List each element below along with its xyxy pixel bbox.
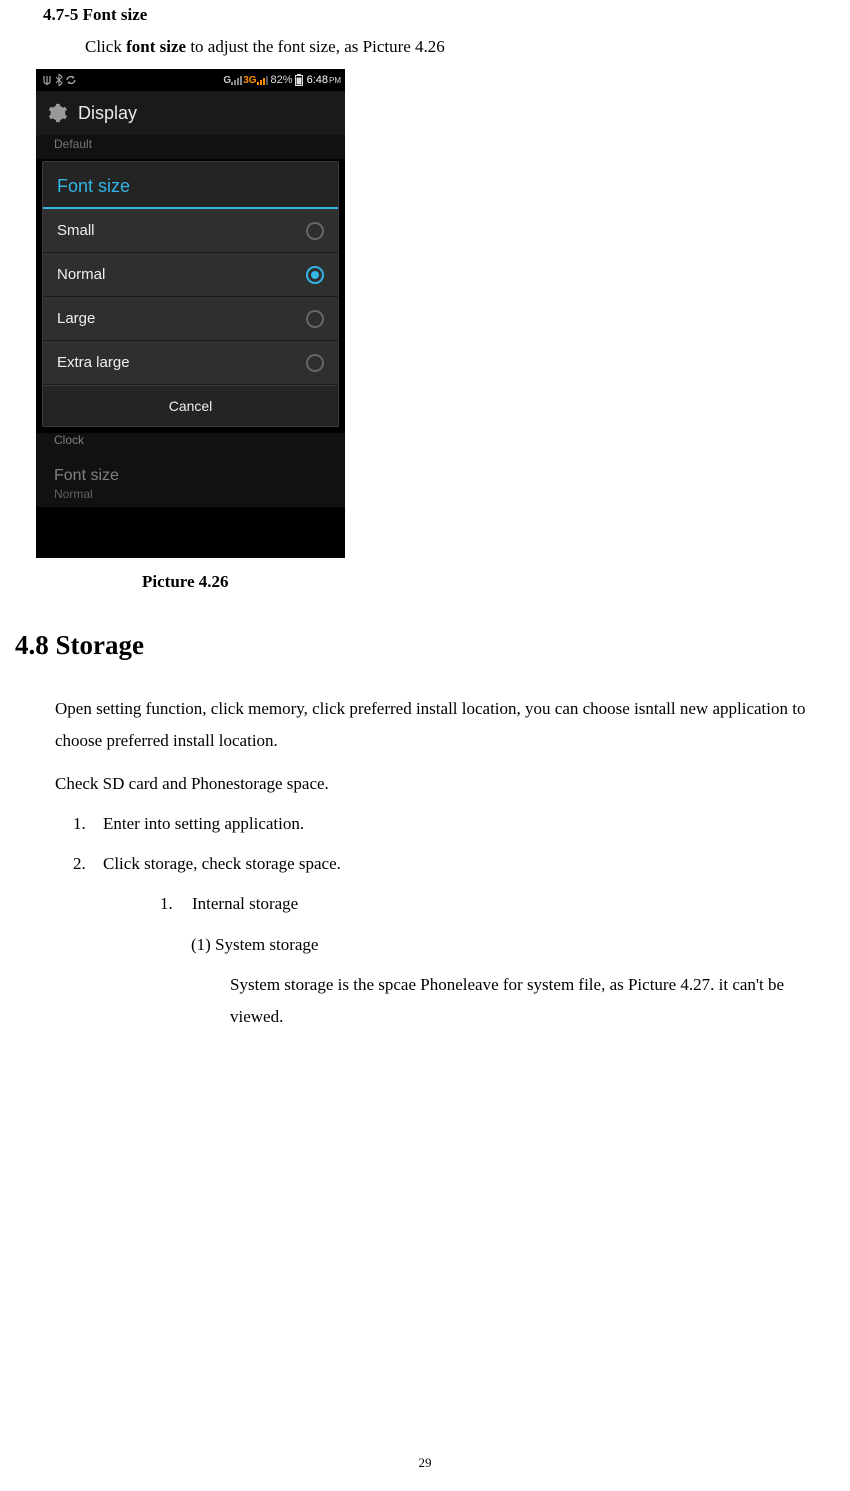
signal-bars-icon-2: [257, 75, 269, 85]
sync-icon: [66, 75, 76, 85]
status-bar: G 3G 82% 6:48 PM: [36, 69, 345, 91]
screen-title: Display: [78, 103, 137, 124]
option-label: Large: [57, 310, 95, 327]
threeg-indicator: 3G: [243, 75, 256, 86]
sub-list-item-1: 1.Internal storage: [160, 888, 835, 920]
option-large[interactable]: Large: [43, 297, 338, 341]
page-number: 29: [0, 1455, 850, 1471]
radio-icon: [306, 266, 324, 284]
list-item-1: 1.Enter into setting application.: [73, 808, 835, 840]
paragraph-2: Check SD card and Phonestorage space.: [55, 768, 835, 800]
font-size-dialog: Font size Small Normal Large Extra large…: [42, 161, 339, 427]
option-label: Normal: [57, 266, 105, 283]
theme-sub: Default: [54, 135, 345, 159]
instruction-line: Click font size to adjust the font size,…: [85, 37, 835, 57]
list-number: 1.: [73, 808, 103, 840]
android-screenshot: G 3G 82% 6:48 PM Display Default Font si…: [36, 69, 345, 558]
battery-percent: 82%: [271, 74, 293, 86]
list-text: Click storage, check storage space.: [103, 854, 341, 873]
psi-icon: [42, 75, 52, 85]
list-number: 2.: [73, 848, 103, 880]
paragraph-1: Open setting function, click memory, cli…: [55, 693, 835, 758]
title-bar: Display: [36, 91, 345, 135]
font-size-row[interactable]: Font size Normal: [36, 455, 345, 507]
option-normal[interactable]: Normal: [43, 253, 338, 297]
battery-icon: [295, 74, 303, 86]
list-text: Enter into setting application.: [103, 814, 304, 833]
list-item-2: 2.Click storage, check storage space.: [73, 848, 835, 880]
option-label: Small: [57, 222, 95, 239]
radio-icon: [306, 310, 324, 328]
radio-icon: [306, 354, 324, 372]
status-time: 6:48: [307, 74, 328, 86]
option-small[interactable]: Small: [43, 209, 338, 253]
instruction-post: to adjust the font size, as Picture 4.26: [186, 37, 445, 56]
bluetooth-icon: [55, 74, 63, 86]
cancel-button[interactable]: Cancel: [43, 385, 338, 426]
option-label: Extra large: [57, 354, 130, 371]
sub-list-number: 1.: [160, 888, 192, 920]
clock-sub: Clock: [36, 433, 345, 455]
figure-caption: Picture 4.26: [142, 572, 835, 592]
font-size-row-sub: Normal: [54, 487, 345, 501]
radio-icon: [306, 222, 324, 240]
signal-bars-icon-1: [231, 75, 243, 85]
font-size-row-label: Font size: [54, 467, 345, 485]
theme-row: Default: [36, 135, 345, 159]
g-indicator: G: [223, 75, 231, 86]
option-extra-large[interactable]: Extra large: [43, 341, 338, 385]
section-header: 4.7-5 Font size: [43, 5, 835, 25]
instruction-pre: Click: [85, 37, 126, 56]
instruction-bold: font size: [126, 37, 186, 56]
sub-list-text: Internal storage: [192, 894, 298, 913]
gear-icon: [46, 102, 68, 124]
sub-sub-item-1: (1) System storage: [191, 929, 835, 961]
sub-sub-body-1: System storage is the spcae Phoneleave f…: [230, 969, 835, 1034]
heading-storage: 4.8 Storage: [15, 630, 835, 661]
status-ampm: PM: [329, 76, 341, 85]
dialog-title: Font size: [43, 162, 338, 209]
